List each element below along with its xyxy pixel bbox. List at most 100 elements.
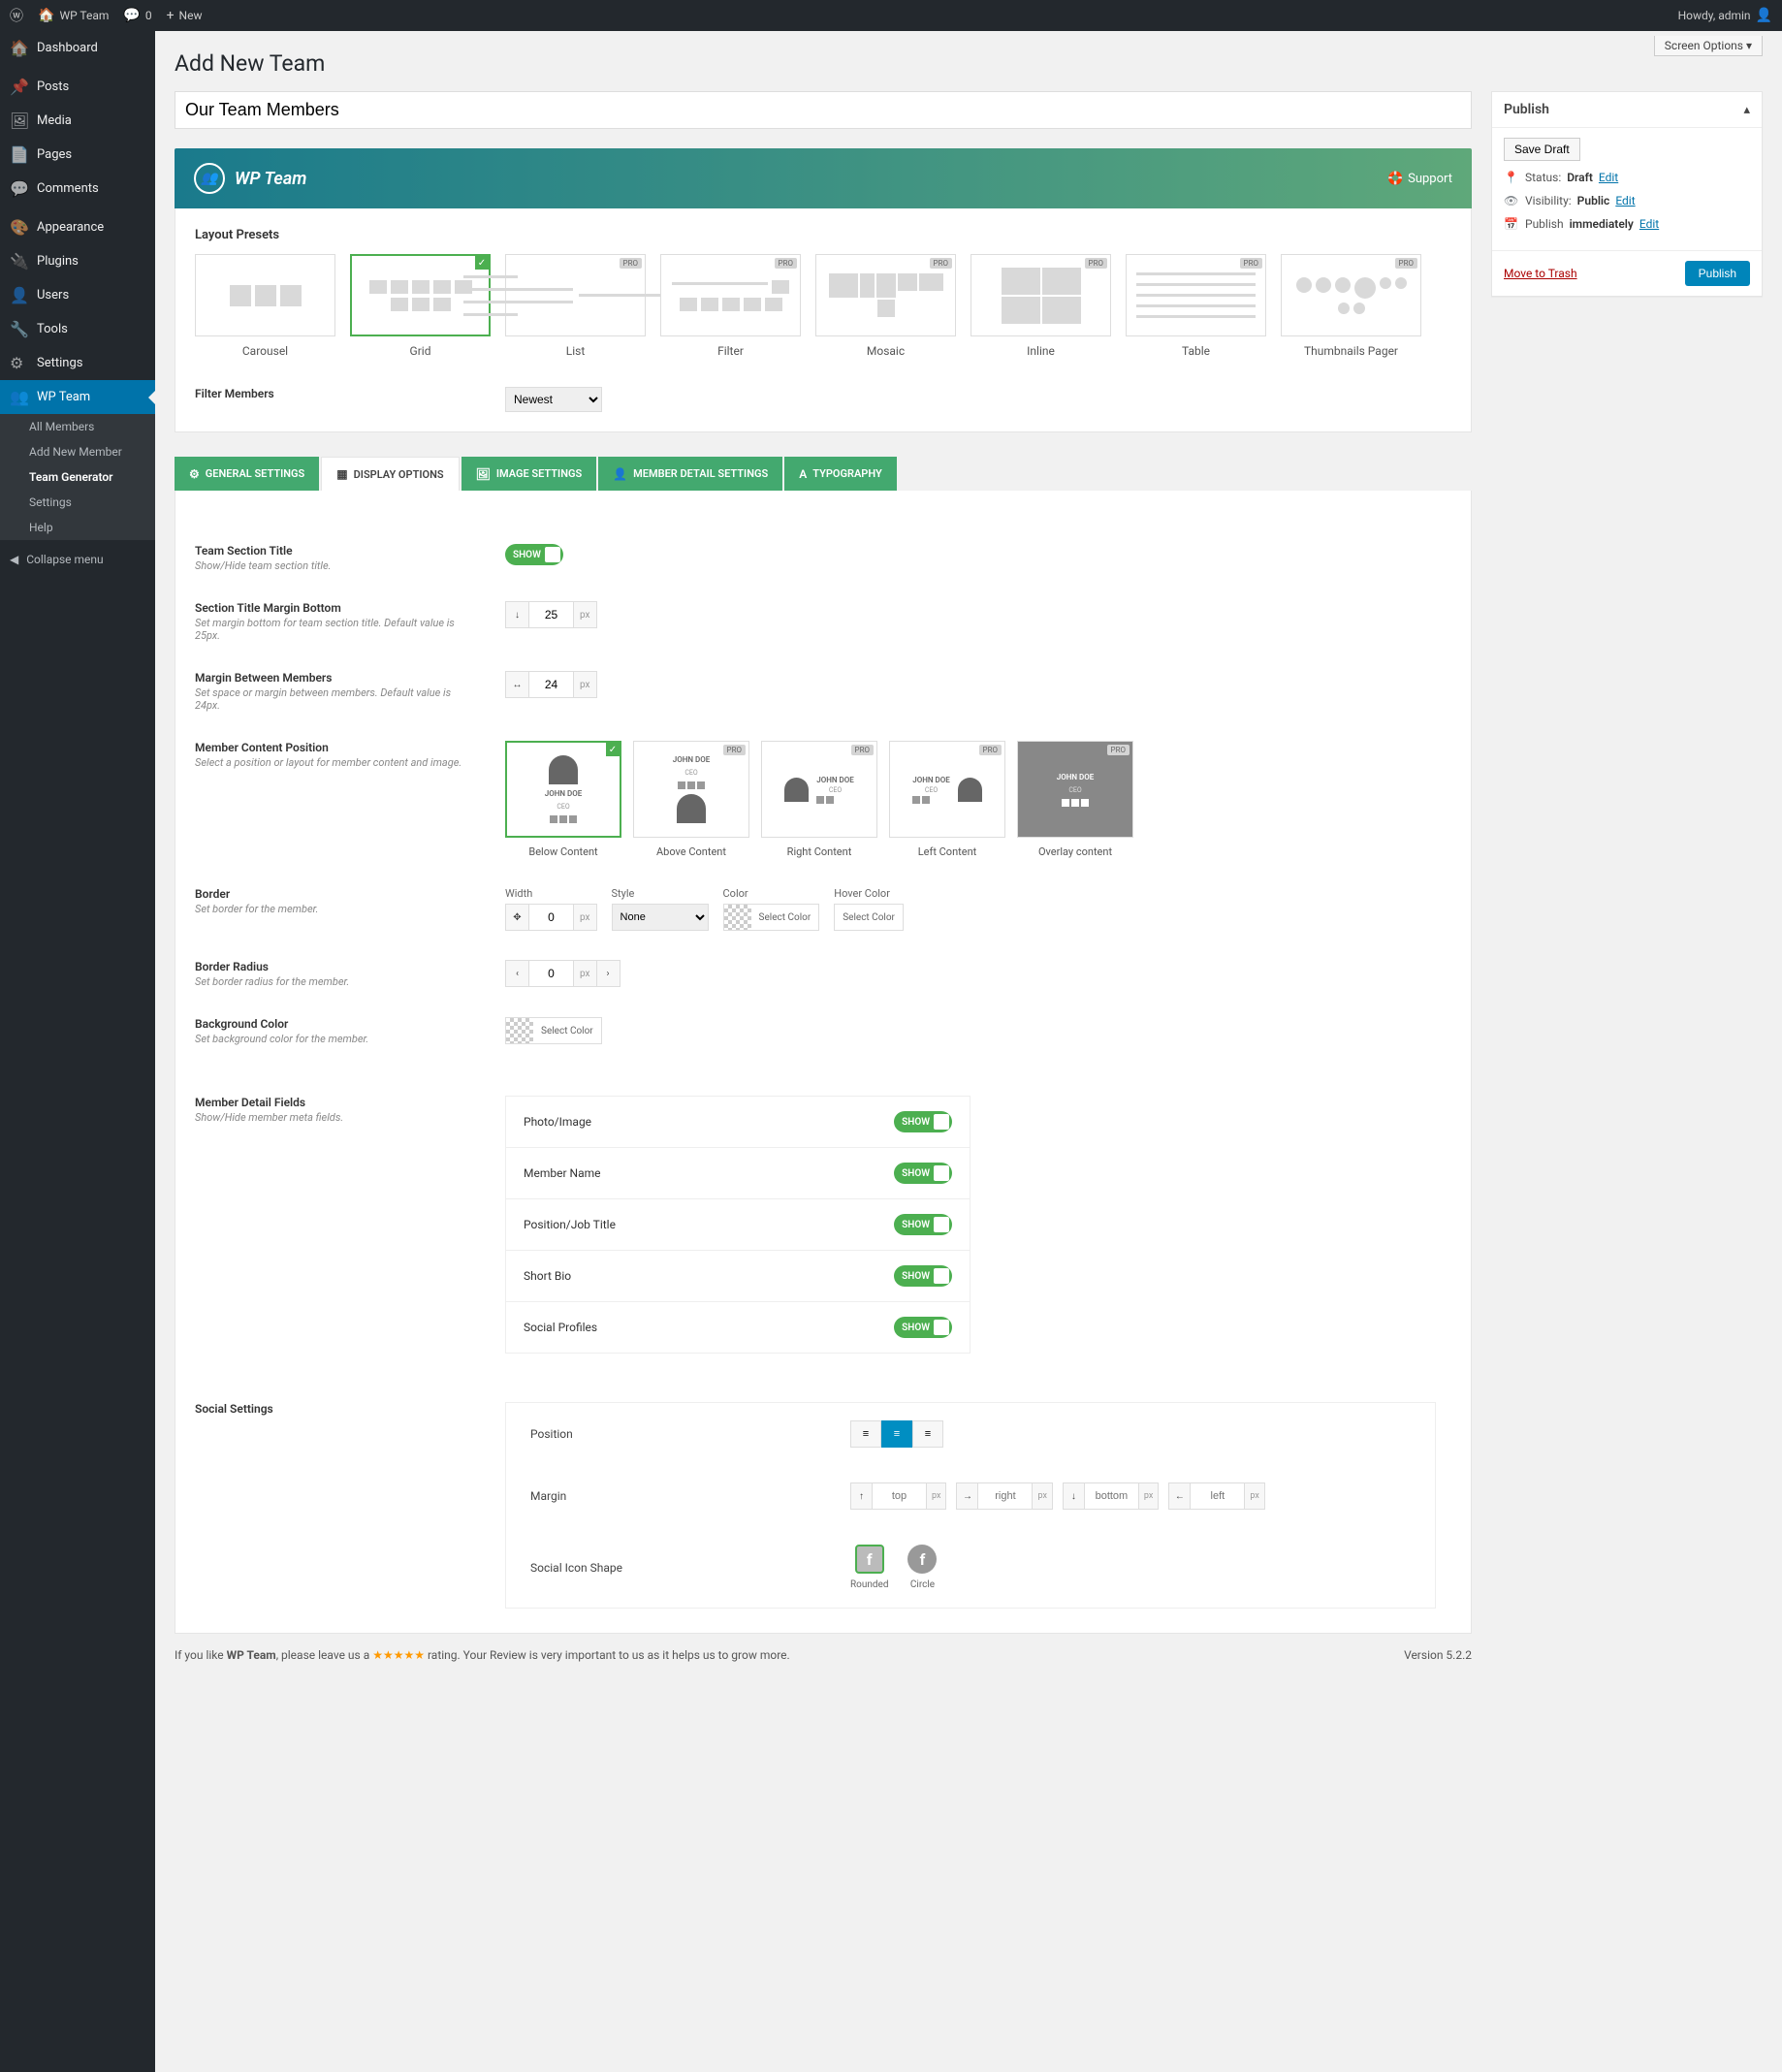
- bg-color-picker[interactable]: Select Color: [505, 1017, 602, 1044]
- move-to-trash-link[interactable]: Move to Trash: [1504, 267, 1577, 280]
- field-name-toggle[interactable]: SHOW: [894, 1163, 952, 1184]
- screen-options-toggle[interactable]: Screen Options ▾: [1654, 36, 1763, 56]
- border-radius-spinner[interactable]: ‹px›: [505, 960, 621, 987]
- collapse-menu[interactable]: ◀Collapse menu: [0, 545, 155, 574]
- media-icon: 🖼: [10, 112, 29, 130]
- arrow-down-icon[interactable]: ↓: [506, 602, 529, 627]
- edit-schedule-link[interactable]: Edit: [1639, 217, 1659, 231]
- margin-bottom-spinner[interactable]: ↓px: [505, 601, 597, 628]
- tab-image[interactable]: 🖼IMAGE SETTINGS: [461, 457, 597, 491]
- arrow-all-icon[interactable]: ✥: [506, 905, 529, 930]
- team-section-title-toggle[interactable]: SHOW: [505, 544, 563, 565]
- margin-top-input[interactable]: ↑px: [850, 1482, 946, 1510]
- field-position-toggle[interactable]: SHOW: [894, 1214, 952, 1235]
- align-right-icon: ≡: [925, 1428, 931, 1440]
- icon-shape-rounded[interactable]: fRounded: [850, 1545, 888, 1590]
- wp-logo[interactable]: ⓦ: [10, 6, 23, 25]
- preset-thumbnails-pager[interactable]: PROThumbnails Pager: [1281, 254, 1421, 358]
- footer-rating-text: If you like WP Team, please leave us a ★…: [175, 1648, 790, 1662]
- cp-below[interactable]: JOHN DOECEOBelow Content: [505, 741, 621, 858]
- field-photo-toggle[interactable]: SHOW: [894, 1111, 952, 1132]
- brand-logo-icon: 👥: [194, 163, 225, 194]
- preset-carousel[interactable]: Carousel: [195, 254, 335, 358]
- arrow-right-icon[interactable]: ›: [596, 961, 620, 986]
- publish-button[interactable]: Publish: [1685, 261, 1750, 286]
- align-center-icon: ≡: [894, 1428, 900, 1440]
- preset-mosaic[interactable]: PROMosaic: [815, 254, 956, 358]
- field-bio: Short BioSHOW: [506, 1251, 970, 1302]
- settings-icon: ⚙: [10, 354, 29, 372]
- menu-dashboard[interactable]: 🏠Dashboard: [0, 31, 155, 65]
- tab-typography[interactable]: ATYPOGRAPHY: [784, 457, 897, 491]
- margin-right-input[interactable]: →px: [956, 1482, 1052, 1510]
- border-hover-color-picker[interactable]: Select Color: [834, 904, 904, 931]
- publish-box: Publish▴ Save Draft 📍Status: Draft Edit …: [1491, 91, 1763, 297]
- margin-bottom-input[interactable]: ↓px: [1063, 1482, 1159, 1510]
- submenu-help[interactable]: Help: [0, 515, 155, 540]
- edit-status-link[interactable]: Edit: [1599, 171, 1618, 184]
- cp-left[interactable]: PROJOHN DOECEOLeft Content: [889, 741, 1005, 858]
- menu-users[interactable]: 👤Users: [0, 278, 155, 312]
- menu-plugins[interactable]: 🔌Plugins: [0, 244, 155, 278]
- filter-members-select[interactable]: Newest: [505, 387, 602, 412]
- preset-inline[interactable]: PROInline: [971, 254, 1111, 358]
- comments-count[interactable]: 💬0: [123, 8, 151, 23]
- menu-settings[interactable]: ⚙Settings: [0, 346, 155, 380]
- site-name[interactable]: 🏠WP Team: [38, 8, 109, 23]
- save-draft-button[interactable]: Save Draft: [1504, 138, 1580, 161]
- gear-icon: ⚙: [189, 467, 200, 481]
- cp-right[interactable]: PROJOHN DOECEORight Content: [761, 741, 877, 858]
- pos-center-button[interactable]: ≡: [881, 1420, 912, 1448]
- field-social-toggle[interactable]: SHOW: [894, 1317, 952, 1338]
- arrow-left-icon[interactable]: ‹: [506, 961, 529, 986]
- pos-left-button[interactable]: ≡: [850, 1420, 881, 1448]
- brand-name: WP Team: [235, 169, 306, 189]
- menu-pages[interactable]: 📄Pages: [0, 138, 155, 172]
- preset-filter[interactable]: PROFilter: [660, 254, 801, 358]
- pages-icon: 📄: [10, 145, 29, 164]
- filter-members-label: Filter Members: [195, 387, 476, 400]
- field-name: Member NameSHOW: [506, 1148, 970, 1199]
- margin-left-input[interactable]: ←px: [1168, 1482, 1264, 1510]
- user-icon: 👤: [613, 467, 627, 481]
- icon-shape-circle[interactable]: fCircle: [907, 1545, 937, 1590]
- howdy-user[interactable]: Howdy, admin👤: [1678, 8, 1772, 23]
- pin-icon: 📍: [1504, 171, 1519, 184]
- border-color-picker[interactable]: Select Color: [723, 904, 820, 931]
- plugins-icon: 🔌: [10, 252, 29, 271]
- menu-wpteam[interactable]: 👥WP Team: [0, 380, 155, 414]
- preset-grid[interactable]: Grid: [350, 254, 491, 358]
- menu-media[interactable]: 🖼Media: [0, 104, 155, 138]
- tab-display[interactable]: ▦DISPLAY OPTIONS: [321, 457, 459, 491]
- new-content[interactable]: +New: [167, 8, 203, 23]
- menu-posts[interactable]: 📌Posts: [0, 70, 155, 104]
- menu-comments[interactable]: 💬Comments: [0, 172, 155, 206]
- submenu-add-member[interactable]: Add New Member: [0, 439, 155, 464]
- submenu-all-members[interactable]: All Members: [0, 414, 155, 439]
- support-link[interactable]: 🛟Support: [1387, 172, 1452, 186]
- border-width-spinner[interactable]: ✥px: [505, 904, 597, 931]
- toggle-postbox-icon[interactable]: ▴: [1743, 103, 1750, 117]
- margin-between-spinner[interactable]: ↔px: [505, 671, 597, 698]
- cp-above[interactable]: PROJOHN DOECEOAbove Content: [633, 741, 749, 858]
- menu-appearance[interactable]: 🎨Appearance: [0, 210, 155, 244]
- rating-link[interactable]: ★★★★★: [372, 1648, 425, 1662]
- arrow-up-icon: ↑: [851, 1483, 873, 1509]
- pos-right-button[interactable]: ≡: [912, 1420, 943, 1448]
- submenu-team-generator[interactable]: Team Generator: [0, 464, 155, 490]
- field-social: Social ProfilesSHOW: [506, 1302, 970, 1353]
- field-bio-toggle[interactable]: SHOW: [894, 1265, 952, 1287]
- tab-detail[interactable]: 👤MEMBER DETAIL SETTINGS: [598, 457, 782, 491]
- preset-table[interactable]: PROTable: [1126, 254, 1266, 358]
- tab-general[interactable]: ⚙GENERAL SETTINGS: [175, 457, 319, 491]
- submenu-settings[interactable]: Settings: [0, 490, 155, 515]
- preset-list[interactable]: PROList: [505, 254, 646, 358]
- edit-visibility-link[interactable]: Edit: [1615, 194, 1635, 207]
- menu-tools[interactable]: 🔧Tools: [0, 312, 155, 346]
- team-title-input[interactable]: [175, 91, 1472, 129]
- cp-overlay[interactable]: PROJOHN DOECEOOverlay content: [1017, 741, 1133, 858]
- image-icon: 🖼: [476, 467, 491, 481]
- arrow-leftright-icon[interactable]: ↔: [506, 672, 529, 697]
- border-style-select[interactable]: None: [612, 904, 709, 931]
- align-left-icon: ≡: [863, 1428, 869, 1440]
